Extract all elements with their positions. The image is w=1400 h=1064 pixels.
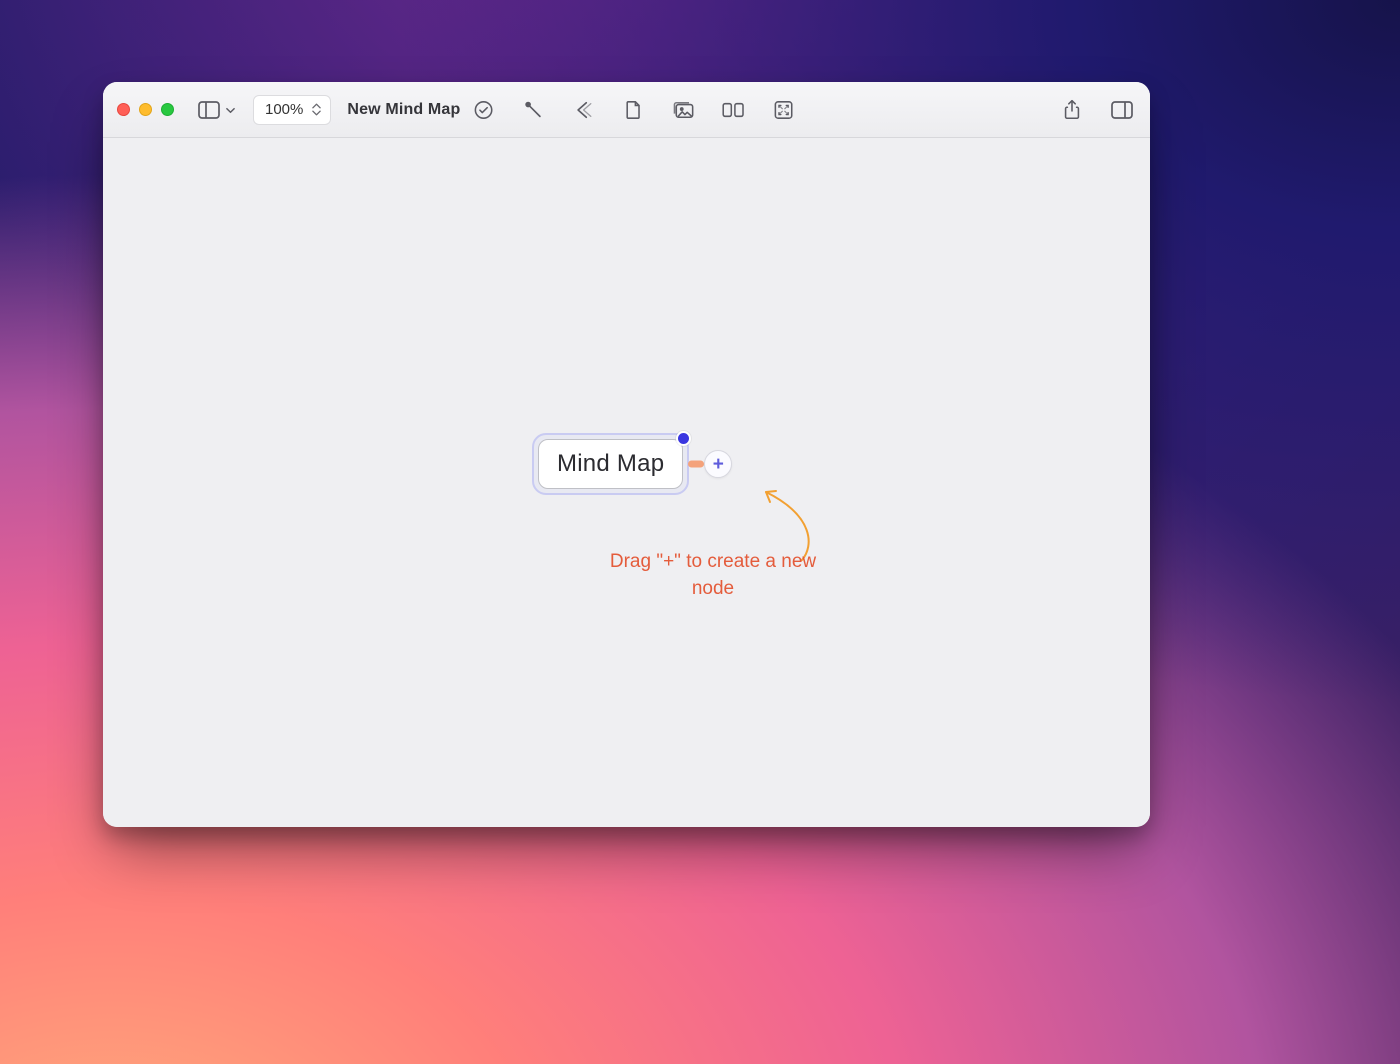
zoom-selector[interactable]: 100% <box>253 95 331 125</box>
document-title: New Mind Map <box>347 101 460 119</box>
plus-icon: + <box>713 455 724 474</box>
share-button[interactable] <box>1058 96 1086 124</box>
back-button[interactable] <box>569 96 597 124</box>
note-document-icon <box>624 100 642 120</box>
chevron-down-icon <box>226 106 235 115</box>
connection-button[interactable] <box>519 96 547 124</box>
node-handle-dot[interactable] <box>676 431 691 446</box>
hint-text: Drag "+" to create a new node <box>598 549 828 602</box>
root-node-label: Mind Map <box>557 450 664 477</box>
image-button[interactable] <box>669 96 697 124</box>
layout-button[interactable] <box>719 96 747 124</box>
zoom-stepper-icon <box>312 103 321 116</box>
note-button[interactable] <box>619 96 647 124</box>
toolbar-right-group <box>1058 96 1136 124</box>
check-circle-icon <box>473 100 493 120</box>
back-chevron-icon <box>572 100 594 120</box>
add-child-node-button[interactable]: + <box>704 450 732 478</box>
node-connector-stub <box>688 461 704 468</box>
layout-grid-icon <box>721 101 745 119</box>
root-node-wrapper: Mind Map + <box>538 439 683 489</box>
toolbar: 100% New Mind Map <box>103 82 1150 138</box>
connection-line-icon <box>523 100 543 120</box>
window-close-button[interactable] <box>117 103 130 116</box>
toolbar-center-group <box>469 96 797 124</box>
fullscreen-icon <box>773 100 793 120</box>
inspector-toggle-button[interactable] <box>1108 96 1136 124</box>
inspector-panel-icon <box>1111 101 1133 119</box>
share-icon <box>1063 99 1081 121</box>
hint-arrow-icon <box>742 488 822 568</box>
image-stack-icon <box>671 100 695 120</box>
canvas[interactable]: Mind Map + Drag "+" to create a new node <box>103 138 1150 827</box>
sidebar-icon <box>198 101 220 119</box>
app-window: 100% New Mind Map <box>103 82 1150 827</box>
window-minimize-button[interactable] <box>139 103 152 116</box>
root-node[interactable]: Mind Map <box>538 439 683 489</box>
sidebar-toggle-button[interactable] <box>198 96 235 124</box>
check-mode-button[interactable] <box>469 96 497 124</box>
window-fullscreen-button[interactable] <box>161 103 174 116</box>
traffic-lights <box>117 103 174 116</box>
zoom-value: 100% <box>265 101 303 118</box>
fullscreen-button[interactable] <box>769 96 797 124</box>
